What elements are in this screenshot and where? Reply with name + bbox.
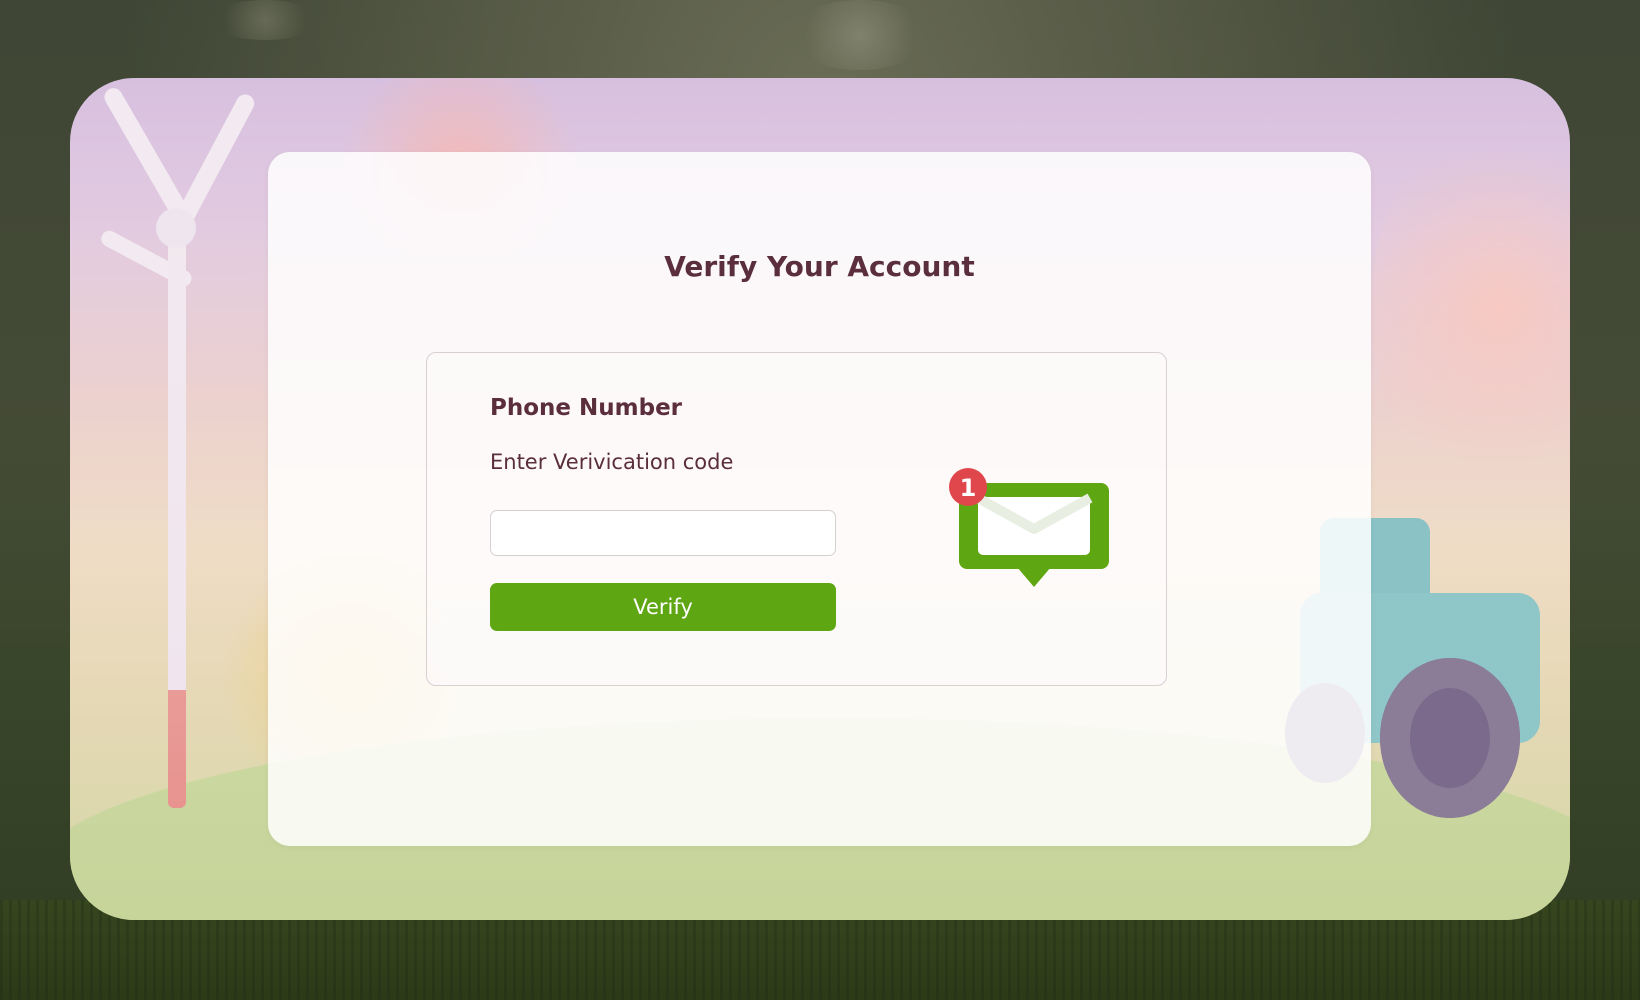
message-envelope-icon: 1 <box>939 463 1119 603</box>
field-title: Phone Number <box>490 395 683 421</box>
verify-button[interactable]: Verify <box>490 583 836 631</box>
wind-turbine-pole <box>168 218 186 808</box>
illustration-cloud <box>1370 118 1570 498</box>
page-title: Verify Your Account <box>664 250 975 283</box>
background-cloud <box>790 0 930 70</box>
tractor-wheel <box>1380 658 1520 818</box>
verification-code-input[interactable] <box>490 510 836 556</box>
wind-turbine-hub <box>156 208 196 248</box>
verify-panel: Verify Your Account Phone Number Enter V… <box>268 152 1371 846</box>
notification-badge-count: 1 <box>960 474 977 502</box>
verification-form: Phone Number Enter Verivication code Ver… <box>426 352 1167 686</box>
background-cloud <box>210 0 320 40</box>
field-label: Enter Verivication code <box>490 450 734 474</box>
